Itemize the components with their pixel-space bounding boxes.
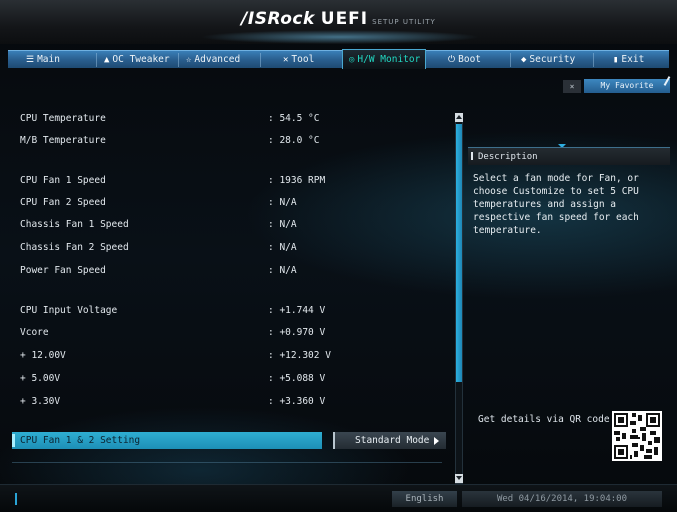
chevron-right-icon <box>434 437 439 445</box>
tab-separator <box>510 53 511 67</box>
sensor-value: : N/A <box>268 242 297 253</box>
sensor-label: CPU Temperature <box>20 113 106 124</box>
tab-oc-tweaker[interactable]: ▲ OC Tweaker <box>104 51 170 69</box>
flame-icon: ▲ <box>104 55 110 65</box>
tab-tool[interactable]: ✕ Tool <box>283 51 314 69</box>
sensor-label: M/B Temperature <box>20 135 106 146</box>
sensor-label: + 5.00V <box>20 373 61 384</box>
tab-separator <box>178 53 179 67</box>
header-glow <box>200 30 480 44</box>
shield-icon: ◆ <box>521 55 527 65</box>
header: /ISRock UEFI SETUP UTILITY <box>0 0 677 44</box>
sensor-label: CPU Fan 1 Speed <box>20 175 106 186</box>
my-favorite-button[interactable]: My Favorite <box>584 79 670 93</box>
exit-icon: ▮ <box>613 55 619 65</box>
tab-tool-label: Tool <box>291 54 315 65</box>
tab-security[interactable]: ◆ Security <box>521 51 575 69</box>
logo-product: UEFI <box>320 9 369 29</box>
sensor-value: : 28.0 °C <box>268 135 320 146</box>
tab-main-label: Main <box>37 54 60 65</box>
selection-marker <box>12 434 15 447</box>
tab-main[interactable]: ☰ Main <box>26 51 60 69</box>
cpu-fan-setting-label: CPU Fan 1 & 2 Setting <box>20 435 141 446</box>
sensor-label: + 12.00V <box>20 350 66 361</box>
system-datetime: Wed 04/16/2014, 19:04:00 <box>462 491 662 507</box>
favorite-close-button[interactable]: × <box>563 80 581 93</box>
sensor-value: : +3.360 V <box>268 396 326 407</box>
qr-code-icon <box>612 411 662 461</box>
sensor-value: : +1.744 V <box>268 305 326 316</box>
list-icon: ☰ <box>26 55 35 65</box>
power-icon: ⏻ <box>448 55 456 65</box>
logo-brand: /ISRock <box>241 9 315 29</box>
sensor-label: Chassis Fan 2 Speed <box>20 242 129 253</box>
language-button[interactable]: English <box>392 491 457 507</box>
tab-exit[interactable]: ▮ Exit <box>613 51 644 69</box>
tab-separator <box>593 53 594 67</box>
scroll-down-arrow-icon[interactable] <box>455 474 463 483</box>
tab-separator <box>260 53 261 67</box>
sensor-value: : N/A <box>268 197 297 208</box>
tab-separator <box>96 53 97 67</box>
sensor-value: : +5.088 V <box>268 373 326 384</box>
description-marker <box>471 152 473 160</box>
tab-boot[interactable]: ⏻ Boot <box>448 51 481 69</box>
tab-exit-label: Exit <box>621 54 645 65</box>
tab-advanced-label: Advanced <box>194 54 241 65</box>
sensor-label: CPU Input Voltage <box>20 305 118 316</box>
cpu-fan-setting-dropdown[interactable]: Standard Mode <box>333 432 446 449</box>
scroll-up-arrow-icon[interactable] <box>455 113 463 122</box>
logo: /ISRock UEFI SETUP UTILITY <box>0 9 677 29</box>
sensor-value: : 1936 RPM <box>268 175 326 186</box>
sensor-label: Vcore <box>20 327 49 338</box>
tab-bar: ☰ Main ▲ OC Tweaker ☆ Advanced ✕ Tool ◎ H/W M… <box>8 49 669 69</box>
tab-hw-monitor[interactable]: ◎ H/W Monitor <box>342 49 426 69</box>
logo-subtitle: SETUP UTILITY <box>372 18 436 26</box>
tab-advanced[interactable]: ☆ Advanced <box>186 51 240 69</box>
tab-oc-tweaker-label: OC Tweaker <box>112 54 170 65</box>
description-text: Select a fan mode for Fan, or choose Cus… <box>473 173 639 236</box>
sensor-label: Chassis Fan 1 Speed <box>20 219 129 230</box>
bottom-marker <box>15 493 17 505</box>
tab-hw-monitor-label: H/W Monitor <box>357 54 421 65</box>
tab-security-label: Security <box>529 54 576 65</box>
sensor-value: : N/A <box>268 265 297 276</box>
sensor-value: : +0.970 V <box>268 327 326 338</box>
sensor-value: : 54.5 °C <box>268 113 320 124</box>
bios-screen: /ISRock UEFI SETUP UTILITY ☰ Main ▲ OC Tweak… <box>0 0 677 512</box>
sensor-label: + 3.30V <box>20 396 61 407</box>
scrollbar-thumb[interactable] <box>456 124 462 382</box>
sensor-label: CPU Fan 2 Speed <box>20 197 106 208</box>
description-header: Description <box>468 147 670 165</box>
qr-code-caption: Get details via QR code <box>478 414 610 425</box>
monitor-icon: ◎ <box>349 55 355 65</box>
tools-icon: ✕ <box>283 55 289 65</box>
sensor-value: : +12.302 V <box>268 350 331 361</box>
sensor-value: : N/A <box>268 219 297 230</box>
divider <box>12 462 442 463</box>
sensor-label: Power Fan Speed <box>20 265 106 276</box>
star-icon: ☆ <box>186 55 192 65</box>
tab-boot-label: Boot <box>458 54 482 65</box>
